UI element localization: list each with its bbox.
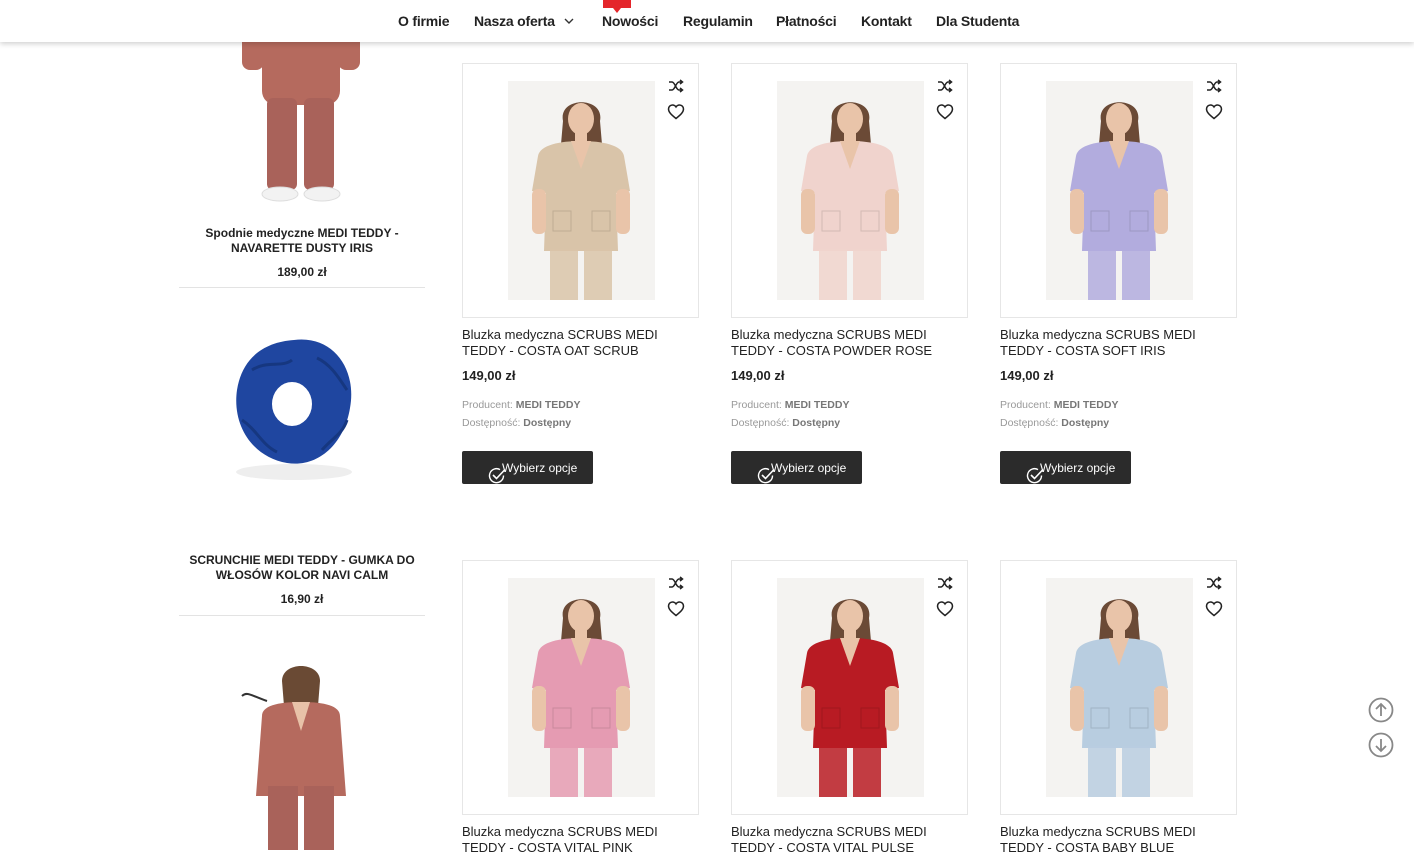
product-meta: Producent: MEDI TEDDY Dostępność: Dostępn… — [1000, 396, 1118, 432]
product-title[interactable]: Bluzka medyczna SCRUBS MEDI TEDDY - COST… — [1000, 824, 1236, 856]
producer-row: Producent: MEDI TEDDY — [731, 396, 849, 414]
product-image[interactable] — [1000, 63, 1237, 318]
producer-label: Producent: — [731, 399, 782, 411]
shuffle-icon[interactable] — [1206, 575, 1222, 591]
heart-icon[interactable] — [1205, 600, 1223, 617]
nav-item-regulamin[interactable]: Regulamin — [683, 13, 753, 29]
producer-value[interactable]: MEDI TEDDY — [516, 399, 581, 411]
sidebar-product-title[interactable]: SCRUNCHIE MEDI TEDDY - GUMKA DO WŁOSÓW K… — [185, 553, 419, 583]
button-label: Wybierz opcje — [1040, 461, 1116, 475]
producer-value[interactable]: MEDI TEDDY — [1054, 399, 1119, 411]
choose-options-button[interactable]: Wybierz opcje — [462, 451, 593, 484]
sidebar-product-image[interactable] — [222, 320, 380, 500]
chevron-down-icon[interactable] — [564, 16, 574, 26]
navy-scrunchie-image — [236, 339, 352, 480]
shuffle-icon[interactable] — [937, 575, 953, 591]
nav-item-nasza-oferta[interactable]: Nasza oferta — [474, 13, 555, 29]
availability-label: Dostępność: — [1000, 417, 1059, 429]
product-title[interactable]: Bluzka medyczna SCRUBS MEDI TEDDY - COST… — [731, 824, 967, 856]
nav-item-nowosci[interactable]: Nowości — [602, 13, 658, 29]
button-label: Wybierz opcje — [771, 461, 847, 475]
producer-label: Producent: — [1000, 399, 1051, 411]
model-photo — [508, 81, 655, 305]
heart-icon[interactable] — [936, 103, 954, 120]
nav-item-o-firmie[interactable]: O firmie — [398, 13, 450, 29]
availability-row: Dostępność: Dostępny — [731, 414, 849, 432]
product-title[interactable]: Bluzka medyczna SCRUBS MEDI TEDDY - COST… — [731, 327, 967, 359]
top-navigation: O firmie Nasza oferta Nowości Regulamin … — [0, 0, 1414, 42]
product-image[interactable] — [731, 63, 968, 318]
shuffle-icon[interactable] — [668, 78, 684, 94]
product-image[interactable] — [731, 560, 968, 815]
new-badge — [603, 0, 631, 13]
producer-row: Producent: MEDI TEDDY — [1000, 396, 1118, 414]
availability-row: Dostępność: Dostępny — [1000, 414, 1118, 432]
button-label: Wybierz opcje — [502, 461, 578, 475]
nav-item-kontakt[interactable]: Kontakt — [861, 13, 912, 29]
product-meta: Producent: MEDI TEDDY Dostępność: Dostępn… — [731, 396, 849, 432]
arrow-down-circle-icon[interactable] — [1368, 732, 1394, 758]
divider — [179, 287, 425, 288]
choose-options-button[interactable]: Wybierz opcje — [1000, 451, 1131, 484]
product-price: 149,00 zł — [462, 368, 516, 383]
product-price: 149,00 zł — [731, 368, 785, 383]
shuffle-icon[interactable] — [937, 78, 953, 94]
producer-value[interactable]: MEDI TEDDY — [785, 399, 850, 411]
divider — [179, 615, 425, 616]
sidebar-product-image[interactable] — [222, 636, 380, 850]
product-image[interactable] — [462, 560, 699, 815]
arrow-up-circle-icon[interactable] — [1368, 697, 1394, 723]
availability-label: Dostępność: — [462, 417, 521, 429]
model-photo — [1046, 81, 1193, 305]
availability-value: Dostępny — [1061, 417, 1110, 429]
heart-icon[interactable] — [667, 103, 685, 120]
product-title[interactable]: Bluzka medyczna SCRUBS MEDI TEDDY - COST… — [462, 327, 698, 359]
choose-options-button[interactable]: Wybierz opcje — [731, 451, 862, 484]
availability-value: Dostępny — [523, 417, 572, 429]
shuffle-icon[interactable] — [668, 575, 684, 591]
producer-row: Producent: MEDI TEDDY — [462, 396, 580, 414]
product-title[interactable]: Bluzka medyczna SCRUBS MEDI TEDDY - COST… — [1000, 327, 1236, 359]
product-price: 149,00 zł — [1000, 368, 1054, 383]
sidebar-product-title[interactable]: Spodnie medyczne MEDI TEDDY - NAVARETTE … — [185, 226, 419, 256]
model-rose-scrubs-stethoscope-image — [241, 666, 346, 850]
sidebar-product-price: 16,90 zł — [280, 592, 324, 606]
nav-item-platnosci[interactable]: Płatności — [776, 13, 837, 29]
availability-value: Dostępny — [792, 417, 841, 429]
availability-row: Dostępność: Dostępny — [462, 414, 580, 432]
producer-label: Producent: — [462, 399, 513, 411]
model-photo — [508, 578, 655, 802]
model-photo — [1046, 578, 1193, 802]
model-photo — [777, 578, 924, 802]
heart-icon[interactable] — [936, 600, 954, 617]
product-image[interactable] — [1000, 560, 1237, 815]
product-image[interactable] — [462, 63, 699, 318]
shuffle-icon[interactable] — [1206, 78, 1222, 94]
nav-item-dla-studenta[interactable]: Dla Studenta — [936, 13, 1019, 29]
sidebar-product-price: 189,00 zł — [277, 265, 327, 279]
product-title[interactable]: Bluzka medyczna SCRUBS MEDI TEDDY - COST… — [462, 824, 698, 856]
heart-icon[interactable] — [1205, 103, 1223, 120]
availability-label: Dostępność: — [731, 417, 790, 429]
product-meta: Producent: MEDI TEDDY Dostępność: Dostępn… — [462, 396, 580, 432]
model-photo — [777, 81, 924, 305]
heart-icon[interactable] — [667, 600, 685, 617]
